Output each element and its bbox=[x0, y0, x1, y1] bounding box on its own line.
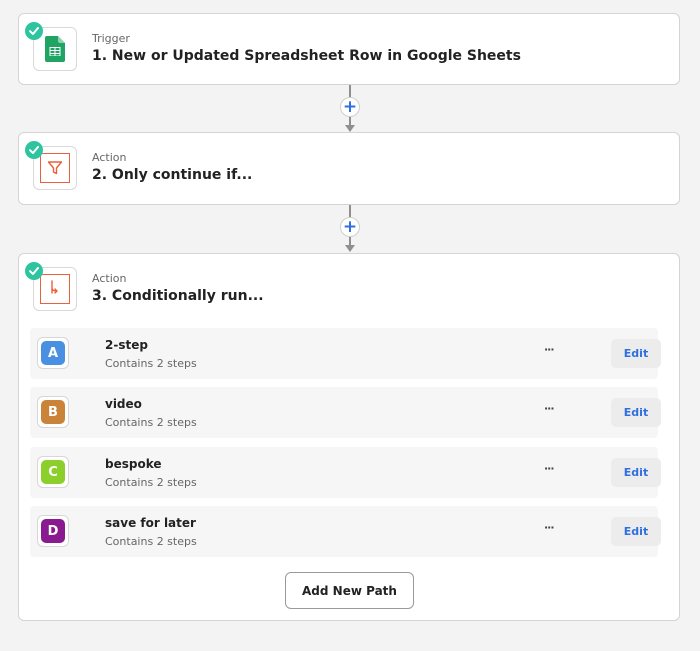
step-3-complete-check-icon bbox=[25, 262, 43, 280]
path-name: video bbox=[105, 397, 142, 411]
step-title: 3. Conditionally run... bbox=[92, 288, 264, 304]
step-card-paths[interactable]: Action 3. Conditionally run... A 2-step … bbox=[18, 253, 680, 621]
more-options-icon[interactable]: ··· bbox=[544, 462, 555, 475]
connector-2: + bbox=[340, 205, 360, 253]
path-row-b[interactable]: B video Contains 2 steps ··· Edit bbox=[30, 387, 661, 438]
plus-icon: + bbox=[342, 216, 358, 237]
path-name: 2-step bbox=[105, 338, 148, 352]
edit-path-button[interactable]: Edit bbox=[611, 339, 661, 368]
path-badge: A bbox=[37, 337, 69, 369]
step-title: 2. Only continue if... bbox=[92, 167, 253, 183]
path-row-c[interactable]: C bespoke Contains 2 steps ··· Edit bbox=[30, 447, 661, 498]
path-subtitle: Contains 2 steps bbox=[105, 357, 197, 370]
more-options-icon[interactable]: ··· bbox=[544, 343, 555, 356]
path-letter-c: C bbox=[41, 460, 65, 484]
path-badge: C bbox=[37, 456, 69, 488]
step-card-trigger[interactable]: Trigger 1. New or Updated Spreadsheet Ro… bbox=[18, 13, 680, 85]
step-card-filter[interactable]: Action 2. Only continue if... bbox=[18, 132, 680, 205]
path-row-d[interactable]: D save for later Contains 2 steps ··· Ed… bbox=[30, 506, 661, 557]
path-subtitle: Contains 2 steps bbox=[105, 476, 197, 489]
more-options-icon[interactable]: ··· bbox=[544, 402, 555, 415]
path-subtitle: Contains 2 steps bbox=[105, 535, 197, 548]
path-name: bespoke bbox=[105, 457, 162, 471]
edit-path-button[interactable]: Edit bbox=[611, 458, 661, 487]
add-step-button[interactable]: + bbox=[340, 97, 360, 117]
edit-path-button[interactable]: Edit bbox=[611, 398, 661, 427]
path-name: save for later bbox=[105, 516, 196, 530]
path-badge: B bbox=[37, 396, 69, 428]
paths-icon bbox=[40, 274, 70, 304]
path-letter-a: A bbox=[41, 341, 65, 365]
step-title: 1. New or Updated Spreadsheet Row in Goo… bbox=[92, 48, 521, 64]
path-row-a[interactable]: A 2-step Contains 2 steps ··· Edit bbox=[30, 328, 661, 379]
add-step-button[interactable]: + bbox=[340, 217, 360, 237]
step-kind-label: Action bbox=[92, 272, 127, 285]
path-subtitle: Contains 2 steps bbox=[105, 416, 197, 429]
arrow-down-icon bbox=[345, 245, 355, 252]
step-kind-label: Trigger bbox=[92, 32, 130, 45]
more-options-icon[interactable]: ··· bbox=[544, 521, 555, 534]
filter-icon bbox=[40, 153, 70, 183]
edit-path-button[interactable]: Edit bbox=[611, 517, 661, 546]
path-letter-b: B bbox=[41, 400, 65, 424]
add-new-path-button[interactable]: Add New Path bbox=[285, 572, 414, 609]
step-2-complete-check-icon bbox=[25, 141, 43, 159]
path-letter-d: D bbox=[41, 519, 65, 543]
plus-icon: + bbox=[342, 96, 358, 117]
step-kind-label: Action bbox=[92, 151, 127, 164]
path-badge: D bbox=[37, 515, 69, 547]
connector-1: + bbox=[340, 85, 360, 133]
step-1-complete-check-icon bbox=[25, 22, 43, 40]
arrow-down-icon bbox=[345, 125, 355, 132]
